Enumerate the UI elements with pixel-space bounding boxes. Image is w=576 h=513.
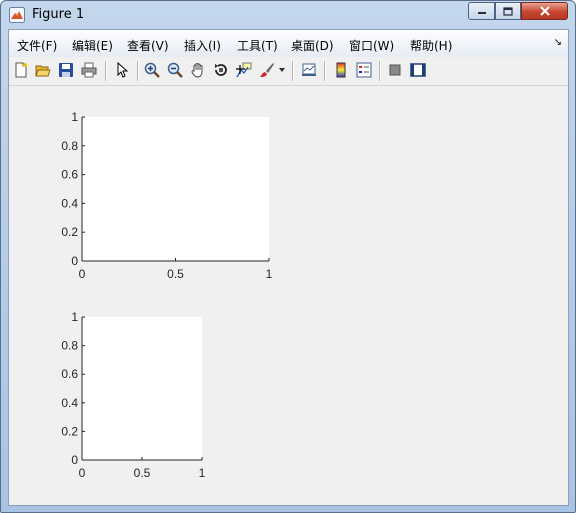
menu-help[interactable]: 帮助(H) bbox=[410, 37, 452, 54]
figure-window: Figure 1 文件(F) 编辑(E) 查看(V) 插入(I) 工具(T) 桌… bbox=[0, 0, 576, 513]
y-tick-label: 0.4 bbox=[61, 196, 78, 210]
title-bar[interactable]: Figure 1 bbox=[1, 1, 575, 29]
y-tick-label: 0.2 bbox=[61, 225, 78, 239]
menu-bar: 文件(F) 编辑(E) 查看(V) 插入(I) 工具(T) 桌面(D) 窗口(W… bbox=[9, 30, 568, 58]
minimize-icon bbox=[477, 12, 486, 14]
matlab-figure-icon bbox=[9, 7, 25, 23]
open-file-icon[interactable] bbox=[33, 60, 53, 80]
close-icon bbox=[539, 6, 550, 16]
close-button[interactable] bbox=[521, 2, 568, 20]
x-tick-label: 0.5 bbox=[167, 267, 184, 281]
brush-dropdown-icon[interactable] bbox=[277, 60, 287, 80]
x-tick-label: 0 bbox=[79, 267, 86, 281]
y-tick-label: 1 bbox=[71, 310, 78, 324]
rotate-3d-icon[interactable] bbox=[211, 60, 231, 80]
show-plot-tools-icon[interactable] bbox=[408, 60, 428, 80]
brush-icon[interactable] bbox=[257, 60, 277, 80]
link-plot-icon[interactable] bbox=[299, 60, 319, 80]
print-icon[interactable] bbox=[79, 60, 99, 80]
y-tick-label: 0 bbox=[71, 453, 78, 467]
toolbar-separator bbox=[137, 61, 138, 81]
axes-background[interactable] bbox=[82, 317, 202, 460]
y-tick-label: 0.6 bbox=[61, 168, 78, 182]
figure-client-area: 文件(F) 编辑(E) 查看(V) 插入(I) 工具(T) 桌面(D) 窗口(W… bbox=[8, 29, 569, 506]
dock-arrow-icon[interactable]: ↘ bbox=[554, 37, 562, 48]
menu-tools[interactable]: 工具(T) bbox=[237, 37, 278, 54]
y-tick-label: 0.4 bbox=[61, 396, 78, 410]
zoom-in-icon[interactable] bbox=[142, 60, 162, 80]
menu-window[interactable]: 窗口(W) bbox=[349, 37, 394, 54]
toolbar-separator bbox=[324, 61, 325, 81]
data-cursor-icon[interactable] bbox=[234, 60, 254, 80]
toolbar-separator bbox=[379, 61, 380, 81]
hide-plot-tools-icon[interactable] bbox=[385, 60, 405, 80]
menu-edit[interactable]: 编辑(E) bbox=[72, 37, 113, 54]
figure-toolbar bbox=[9, 57, 568, 86]
y-tick-label: 0.8 bbox=[61, 339, 78, 353]
save-icon[interactable] bbox=[56, 60, 76, 80]
maximize-button[interactable] bbox=[495, 2, 521, 20]
menu-file[interactable]: 文件(F) bbox=[17, 37, 57, 54]
x-tick-label: 0.5 bbox=[134, 466, 151, 480]
colorbar-icon[interactable] bbox=[331, 60, 351, 80]
zoom-out-icon[interactable] bbox=[165, 60, 185, 80]
figure-canvas[interactable]: 0 0.2 0.4 0.6 0.8 1 0 0.5 1 0 0.2 0.4 0.6 0.8 1 0 0.5 1 bbox=[9, 86, 568, 505]
select-arrow-icon[interactable] bbox=[112, 60, 132, 80]
toolbar-separator bbox=[105, 61, 106, 81]
x-tick-label: 1 bbox=[266, 267, 273, 281]
menu-desktop[interactable]: 桌面(D) bbox=[291, 37, 334, 54]
maximize-icon bbox=[503, 6, 513, 16]
minimize-button[interactable] bbox=[468, 2, 495, 20]
y-tick-label: 0 bbox=[71, 254, 78, 268]
y-tick-label: 0.6 bbox=[61, 367, 78, 381]
axes-background[interactable] bbox=[82, 117, 269, 261]
plot-area: 0 0.2 0.4 0.6 0.8 1 0 0.5 1 0 0.2 0.4 0.6 0.8 1 0 0.5 1 bbox=[9, 86, 568, 505]
toolbar-separator bbox=[292, 61, 293, 81]
y-tick-label: 0.2 bbox=[61, 424, 78, 438]
window-title: Figure 1 bbox=[32, 7, 85, 22]
pan-hand-icon[interactable] bbox=[188, 60, 208, 80]
menu-view[interactable]: 查看(V) bbox=[127, 37, 169, 54]
menu-insert[interactable]: 插入(I) bbox=[184, 37, 221, 54]
new-figure-icon[interactable] bbox=[11, 60, 31, 80]
legend-icon[interactable] bbox=[354, 60, 374, 80]
x-tick-label: 1 bbox=[199, 466, 206, 480]
y-tick-label: 0.8 bbox=[61, 139, 78, 153]
y-tick-label: 1 bbox=[71, 110, 78, 124]
x-tick-label: 0 bbox=[79, 466, 86, 480]
